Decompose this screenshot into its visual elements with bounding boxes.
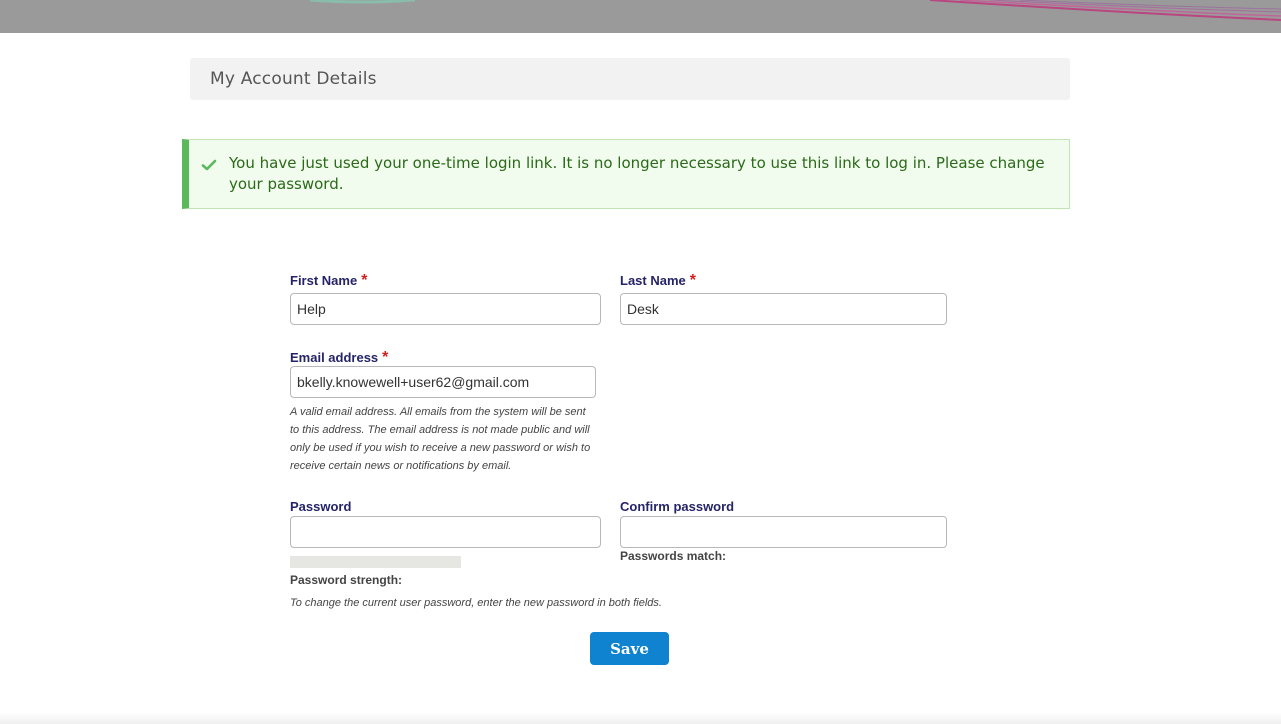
page-title: My Account Details — [210, 69, 377, 89]
status-message: You have just used your one-time login l… — [182, 139, 1070, 209]
last-name-label-text: Last Name — [620, 273, 686, 288]
passwords-match-label: Passwords match: — [620, 549, 727, 563]
last-name-input[interactable] — [620, 293, 947, 325]
password-strength-bar — [290, 556, 461, 568]
confirm-password-label-text: Confirm password — [620, 499, 735, 514]
password-label-text: Password — [290, 499, 352, 514]
required-mark: * — [689, 272, 696, 289]
email-input[interactable] — [290, 366, 596, 398]
confirm-password-input[interactable] — [620, 516, 947, 548]
email-description: A valid email address. All emails from t… — [290, 406, 591, 472]
save-button[interactable]: Save — [590, 632, 669, 665]
banner-decoration — [309, 0, 1281, 21]
password-strength-label: Password strength: — [290, 573, 403, 587]
top-banner — [0, 0, 1281, 33]
first-name-label-text: First Name — [290, 273, 358, 288]
email-label-text: Email address — [290, 350, 379, 365]
page-header: My Account Details — [190, 58, 1070, 100]
first-name-label: First Name * — [290, 272, 367, 290]
password-label: Password — [290, 499, 351, 514]
password-input[interactable] — [290, 516, 601, 548]
required-mark: * — [382, 349, 389, 366]
required-mark: * — [361, 272, 368, 289]
footer-edge — [0, 712, 1281, 724]
password-help-text: To change the current user password, ent… — [290, 597, 662, 609]
confirm-password-label: Confirm password — [620, 499, 734, 514]
last-name-label: Last Name * — [620, 272, 696, 290]
first-name-input[interactable] — [290, 293, 601, 325]
status-message-text: You have just used your one-time login l… — [229, 154, 1045, 193]
email-label: Email address * — [290, 349, 388, 367]
check-icon — [201, 159, 217, 171]
